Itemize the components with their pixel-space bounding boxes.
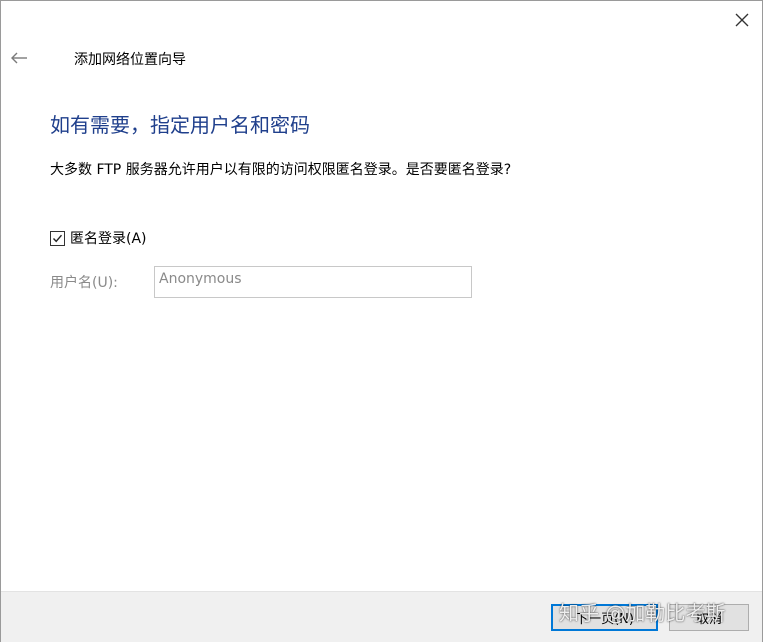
back-arrow-icon xyxy=(11,52,27,64)
anonymous-login-option[interactable]: 匿名登录(A) xyxy=(50,228,147,248)
close-button[interactable] xyxy=(728,7,756,33)
checkmark-icon xyxy=(52,234,63,242)
anonymous-login-checkbox[interactable] xyxy=(50,230,65,246)
cancel-button[interactable]: 取消 xyxy=(669,604,749,631)
username-input[interactable]: Anonymous xyxy=(154,266,472,298)
page-heading: 如有需要，指定用户名和密码 xyxy=(50,113,310,137)
anonymous-login-label: 匿名登录(A) xyxy=(70,231,147,247)
username-label: 用户名(U): xyxy=(50,275,118,291)
wizard-window: 添加网络位置向导 如有需要，指定用户名和密码 大多数 FTP 服务器允许用户以有… xyxy=(0,0,763,642)
next-button[interactable]: 下一页(N) xyxy=(551,604,658,631)
wizard-footer: 下一页(N) 取消 xyxy=(1,591,762,642)
close-icon xyxy=(735,13,749,27)
page-description: 大多数 FTP 服务器允许用户以有限的访问权限匿名登录。是否要匿名登录? xyxy=(50,162,512,178)
wizard-title: 添加网络位置向导 xyxy=(74,52,186,68)
back-button[interactable] xyxy=(7,47,31,69)
